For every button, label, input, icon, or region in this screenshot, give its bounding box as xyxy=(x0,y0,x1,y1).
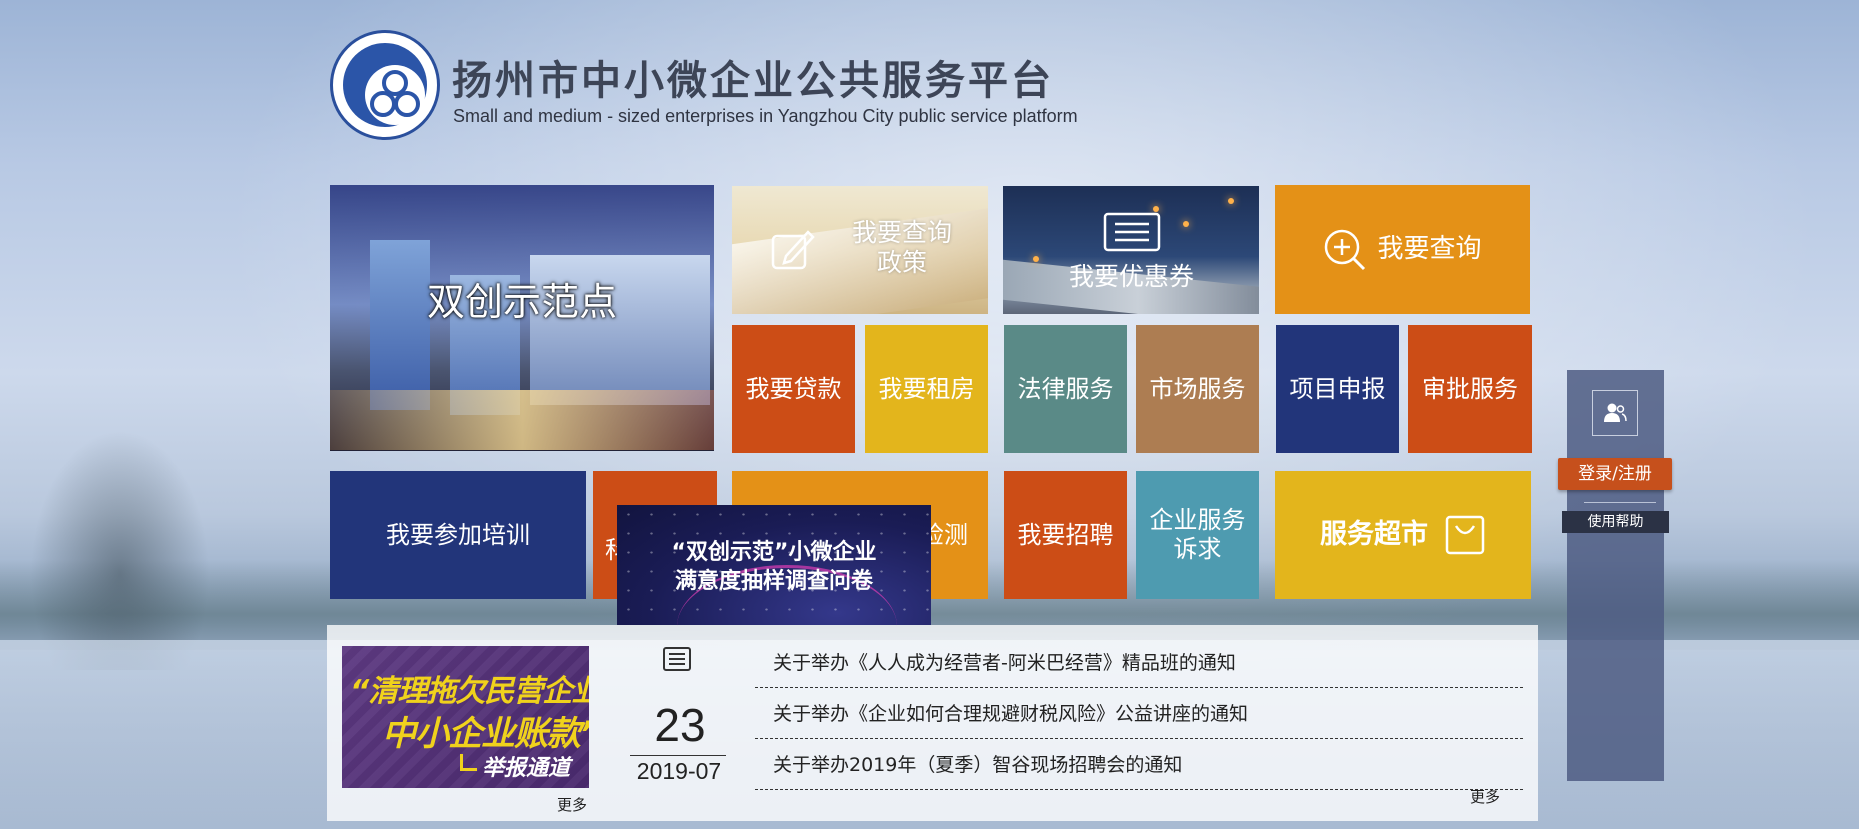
zoom-in-icon xyxy=(1325,229,1366,270)
news-date-month: 2019-07 xyxy=(636,758,722,784)
tile-label-line1: 企业服务 xyxy=(1149,506,1246,535)
logo-ring xyxy=(343,43,427,127)
tile-label: 我要优惠券 xyxy=(1069,262,1195,291)
survey-line1: “双创示范”小微企业 xyxy=(671,540,877,565)
news-item[interactable]: 关于举办《企业如何合理规避财税风险》公益讲座的通知 xyxy=(755,689,1523,739)
sidebar-divider xyxy=(1584,502,1656,503)
tile-service-supermarket[interactable]: 服务超市 xyxy=(1275,471,1531,599)
background-tree xyxy=(30,430,210,670)
tile-service-appeal[interactable]: 企业服务 诉求 xyxy=(1136,471,1259,599)
tile-training[interactable]: 我要参加培训 xyxy=(330,471,586,599)
tile-coupon[interactable]: 我要优惠券 xyxy=(1003,186,1259,314)
logo-inner xyxy=(365,65,425,125)
more-link-promo[interactable]: 更多 xyxy=(557,794,587,815)
login-register-button[interactable]: 登录/注册 xyxy=(1558,458,1672,490)
dock-light xyxy=(1228,198,1234,204)
edit-icon xyxy=(771,230,815,270)
site-title: 扬州市中小微企业公共服务平台 xyxy=(452,57,1054,104)
tile-label-line1: 我要查询 xyxy=(851,218,952,247)
users-icon[interactable] xyxy=(1592,390,1638,436)
more-link-news[interactable]: 更多 xyxy=(1470,786,1500,807)
tile-label: 服务超市 xyxy=(1320,518,1428,550)
tile-label: 我要招聘 xyxy=(1017,520,1114,549)
news-item[interactable]: 关于举办2019年（夏季）智谷现场招聘会的通知 xyxy=(755,740,1523,790)
tile-legal-service[interactable]: 法律服务 xyxy=(1004,325,1127,453)
tile-label: 我要查询 xyxy=(1377,233,1482,264)
tile-market-service[interactable]: 市场服务 xyxy=(1136,325,1259,453)
coupon-icon xyxy=(1103,212,1161,252)
date-divider xyxy=(630,755,726,756)
dock-light xyxy=(1033,256,1039,262)
promo-line2: 中小企业账款” xyxy=(382,714,589,754)
tile-label: 市场服务 xyxy=(1149,374,1246,403)
shopping-bag-icon xyxy=(1445,515,1485,555)
promo-line1: “清理拖欠民营企业 xyxy=(350,674,589,709)
news-date-day: 23 xyxy=(654,699,706,751)
city-road-lights xyxy=(330,390,714,450)
tile-loan[interactable]: 我要贷款 xyxy=(732,325,855,453)
survey-line2: 满意度抽样调查问卷 xyxy=(674,568,873,594)
promo-line3: 举报通道 xyxy=(482,756,571,781)
site-subtitle: Small and medium - sized enterprises in … xyxy=(453,106,1078,126)
survey-banner[interactable]: “双创示范”小微企业 满意度抽样调查问卷 xyxy=(617,505,931,625)
help-button[interactable]: 使用帮助 xyxy=(1562,511,1669,533)
dock-light xyxy=(1183,221,1189,227)
logo-circle xyxy=(370,91,396,117)
tile-label: 审批服务 xyxy=(1422,374,1518,403)
users-icon-glyph xyxy=(1604,403,1627,422)
promo-report-banner[interactable]: “清理拖欠民营企业 中小企业账款” 举报通道 xyxy=(342,646,589,788)
tile-project-application[interactable]: 项目申报 xyxy=(1276,325,1399,453)
tile-label: 我要参加培训 xyxy=(386,520,530,549)
tile-label-line2: 诉求 xyxy=(1173,535,1222,563)
city-building xyxy=(530,255,710,405)
site-logo[interactable] xyxy=(330,30,440,140)
logo-circle xyxy=(394,91,420,117)
tile-label: 法律服务 xyxy=(1017,374,1114,403)
arrow-icon xyxy=(460,754,477,771)
tile-approval-service[interactable]: 审批服务 xyxy=(1408,325,1532,453)
tile-label: 双创示范点 xyxy=(426,280,617,325)
tile-label: 我要租房 xyxy=(878,374,975,403)
tile-rent[interactable]: 我要租房 xyxy=(865,325,988,453)
tile-label-line2: 政策 xyxy=(876,248,927,277)
tile-policy-query[interactable]: 我要查询 政策 xyxy=(732,186,988,314)
tile-recruit[interactable]: 我要招聘 xyxy=(1004,471,1127,599)
tile-query[interactable]: 我要查询 xyxy=(1275,185,1530,314)
tile-label: 项目申报 xyxy=(1289,374,1386,403)
city-building xyxy=(370,240,430,410)
tile-label: 我要贷款 xyxy=(745,374,842,403)
tile-demo-sites[interactable]: 双创示范点 xyxy=(330,185,714,451)
